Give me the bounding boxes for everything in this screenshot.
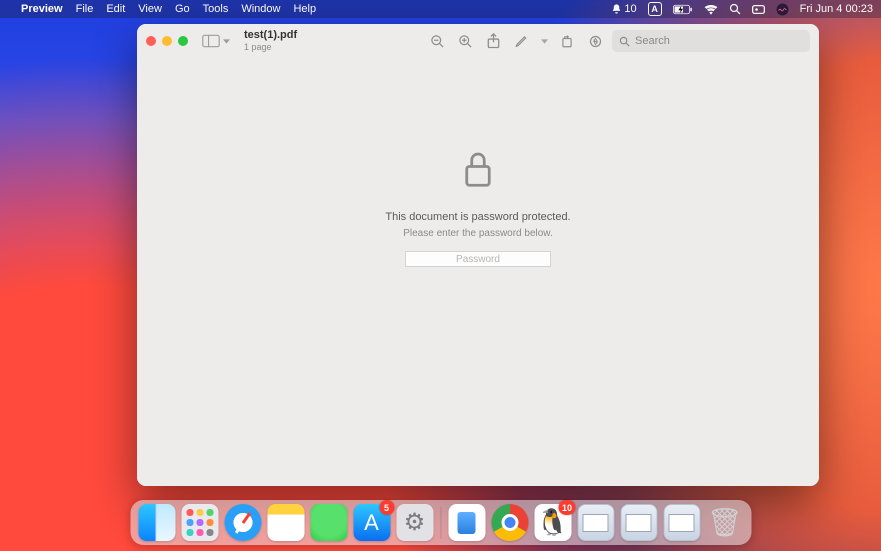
markup-button[interactable]	[510, 28, 532, 54]
menu-file[interactable]: File	[76, 3, 94, 15]
input-source-icon[interactable]: A	[648, 2, 662, 16]
battery-icon[interactable]	[673, 4, 693, 15]
share-button[interactable]	[482, 28, 504, 54]
menu-view[interactable]: View	[138, 3, 162, 15]
wifi-icon[interactable]	[704, 4, 718, 15]
dock-app-appstore[interactable]: A5	[353, 504, 390, 541]
menubar-clock[interactable]: Fri Jun 4 00:23	[800, 3, 873, 15]
chevron-down-icon	[541, 39, 548, 44]
dock-app-chrome[interactable]	[491, 504, 528, 541]
chevron-down-icon	[223, 39, 230, 44]
window-toolbar: test(1).pdf 1 page	[137, 24, 819, 58]
search-icon	[619, 36, 630, 47]
dock-app-qq[interactable]: 🐧10	[534, 504, 571, 541]
dock-app-window-3[interactable]	[663, 504, 700, 541]
menu-edit[interactable]: Edit	[106, 3, 125, 15]
siri-icon[interactable]	[776, 3, 789, 16]
rotate-button[interactable]	[556, 28, 578, 54]
close-window-button[interactable]	[146, 36, 156, 46]
dock-app-window-1[interactable]	[577, 504, 614, 541]
menubar-app-name[interactable]: Preview	[21, 3, 63, 15]
notification-count: 10	[624, 3, 636, 15]
markup-dropdown-button[interactable]	[538, 28, 550, 54]
desktop: Preview File Edit View Go Tools Window H…	[0, 0, 881, 551]
sidebar-view-button[interactable]	[202, 34, 230, 48]
window-controls	[146, 36, 188, 46]
notification-center-icon[interactable]: 10	[611, 3, 636, 15]
dock-app-window-2[interactable]	[620, 504, 657, 541]
search-field[interactable]: Search	[612, 30, 810, 52]
document-title-block: test(1).pdf 1 page	[244, 30, 297, 52]
search-placeholder: Search	[635, 35, 670, 47]
dock-app-finder[interactable]	[138, 504, 175, 541]
control-center-icon[interactable]	[752, 4, 765, 15]
appstore-badge: 5	[379, 500, 394, 515]
protected-subtitle: Please enter the password below.	[403, 228, 553, 239]
preview-window: test(1).pdf 1 page	[137, 24, 819, 486]
document-filename: test(1).pdf	[244, 30, 297, 42]
document-page-count: 1 page	[244, 43, 297, 52]
lock-icon	[463, 150, 493, 193]
zoom-in-button[interactable]	[454, 28, 476, 54]
zoom-out-button[interactable]	[426, 28, 448, 54]
dock-separator	[440, 507, 441, 539]
dock-app-safari[interactable]	[224, 504, 261, 541]
spotlight-icon[interactable]	[729, 3, 741, 15]
menu-help[interactable]: Help	[293, 3, 316, 15]
document-content-area: This document is password protected. Ple…	[137, 58, 819, 486]
minimize-window-button[interactable]	[162, 36, 172, 46]
dock-app-launchpad[interactable]	[181, 504, 218, 541]
qq-badge: 10	[559, 500, 575, 515]
protected-message: This document is password protected.	[385, 211, 570, 223]
menu-tools[interactable]: Tools	[203, 3, 229, 15]
dock-app-quicktime[interactable]	[448, 504, 485, 541]
dock-trash[interactable]: 🗑	[706, 504, 743, 541]
menu-window[interactable]: Window	[241, 3, 280, 15]
dock-app-notes[interactable]	[267, 504, 304, 541]
zoom-window-button[interactable]	[178, 36, 188, 46]
dock: A5 ⚙ 🐧10 🗑	[130, 500, 751, 545]
dock-app-messages[interactable]	[310, 504, 347, 541]
highlight-button[interactable]	[584, 28, 606, 54]
dock-app-settings[interactable]: ⚙	[396, 504, 433, 541]
menubar: Preview File Edit View Go Tools Window H…	[0, 0, 881, 18]
menu-go[interactable]: Go	[175, 3, 190, 15]
password-input[interactable]	[405, 251, 551, 267]
